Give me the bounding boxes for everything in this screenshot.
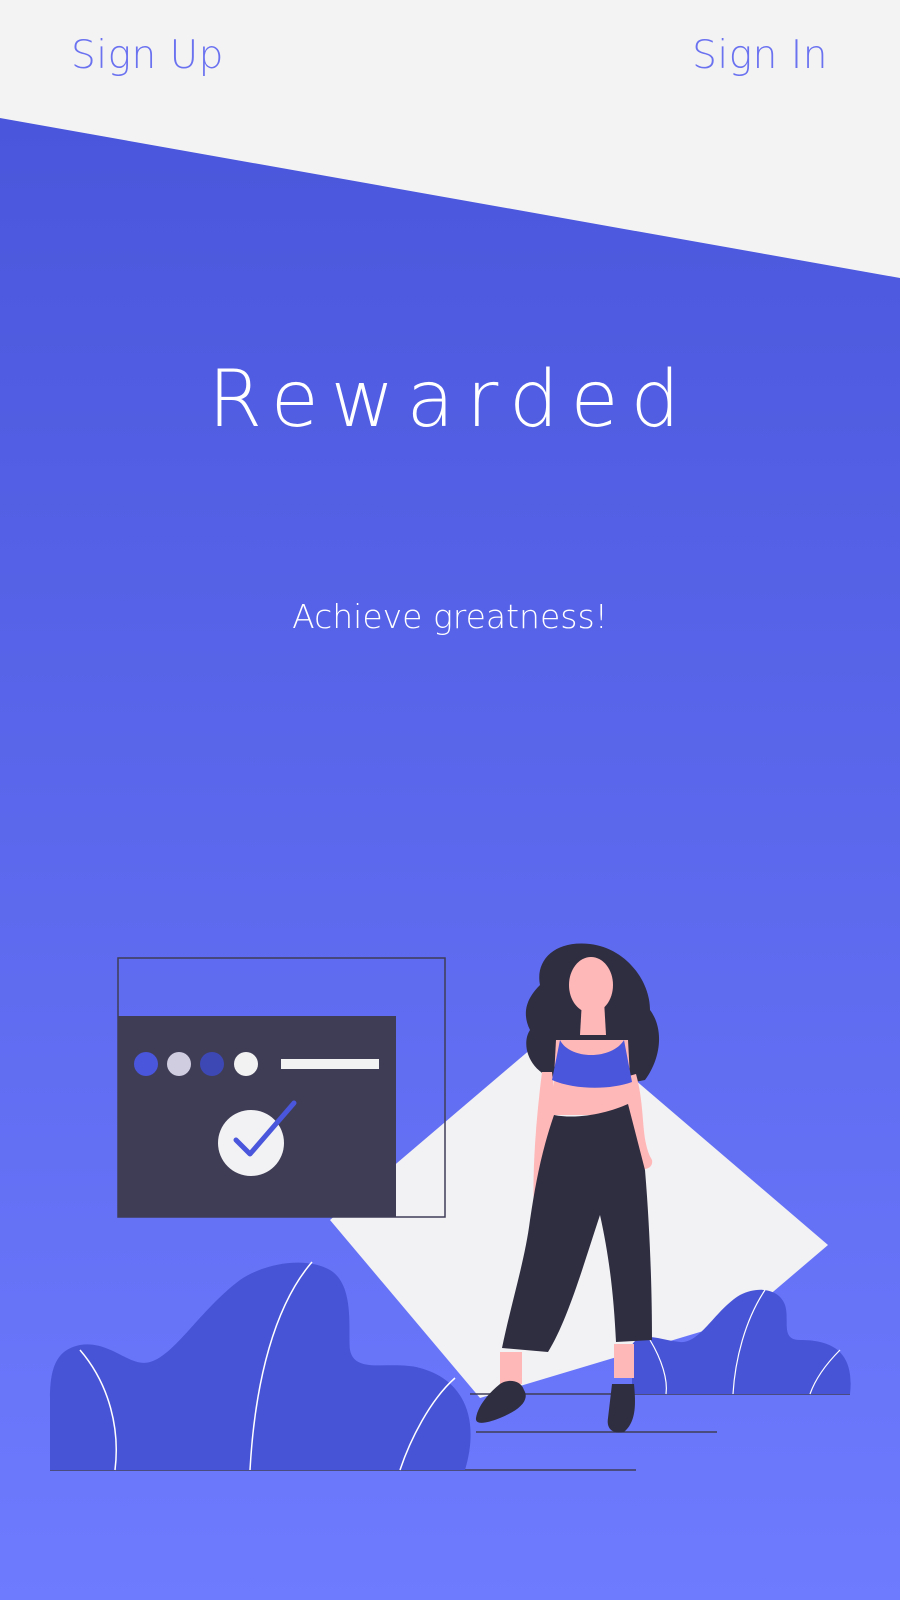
tagline: Achieve greatness! [292,597,608,636]
window-dot [167,1052,191,1076]
window-bar [281,1059,379,1069]
window-dot [200,1052,224,1076]
window-dot [134,1052,158,1076]
app-title: Rewarded [208,355,692,445]
sign-up-link[interactable]: Sign Up [71,30,224,82]
landing-screen: Sign Up Sign In Rewarded Achieve greatne… [0,0,900,1600]
window-dot [234,1052,258,1076]
sign-in-link[interactable]: Sign In [692,30,828,82]
hero-illustration [50,943,851,1471]
